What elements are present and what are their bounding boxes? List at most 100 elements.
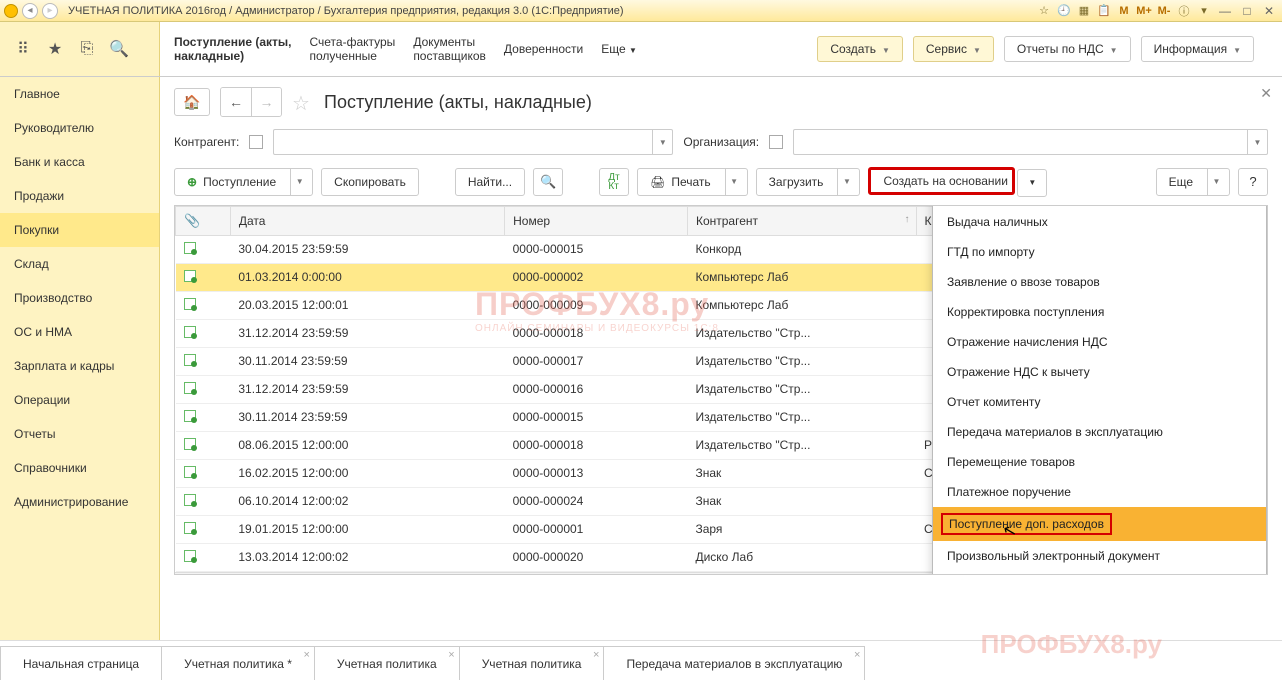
find-button[interactable]: Найти... [455, 168, 525, 196]
clipboard-icon[interactable]: ⎘ [78, 40, 96, 58]
memory-m[interactable]: M [1116, 3, 1132, 19]
load-button[interactable]: Загрузить▼ [756, 168, 861, 196]
bottom-tab[interactable]: Учетная политика *× [161, 646, 315, 680]
close-button[interactable]: ✕ [1260, 3, 1278, 19]
org-label: Организация: [683, 135, 759, 149]
sidebar: ГлавноеРуководителюБанк и кассаПродажиПо… [0, 77, 160, 640]
title-info-icon[interactable]: ⓘ [1176, 3, 1192, 19]
menu-item[interactable]: ГТД по импорту [933, 237, 1266, 267]
doc-icon [184, 438, 196, 450]
menu-item[interactable]: Корректировка поступления [933, 297, 1266, 327]
more-button[interactable]: Еще▼ [1156, 168, 1230, 196]
tab-close-icon[interactable]: × [303, 649, 309, 661]
menu-item[interactable]: Платежное поручение [933, 477, 1266, 507]
maximize-button[interactable]: □ [1238, 3, 1256, 19]
search-icon[interactable]: 🔍 [110, 40, 128, 58]
tab-close-icon[interactable]: × [593, 649, 599, 661]
minimize-button[interactable]: — [1216, 3, 1234, 19]
counterparty-combo[interactable]: ▼ [273, 129, 673, 155]
menu-item[interactable]: Заявление о ввозе товаров [933, 267, 1266, 297]
apps-icon[interactable]: ⠿ [14, 40, 32, 58]
bottom-tab[interactable]: Учетная политика× [459, 646, 605, 680]
info-button[interactable]: Информация [1141, 36, 1254, 62]
title-calc-icon[interactable]: ▦ [1076, 3, 1092, 19]
back-button[interactable]: ← [221, 88, 251, 116]
create-based-dropdown[interactable]: ▼ [1017, 169, 1047, 197]
bottom-tab[interactable]: Начальная страница [0, 646, 162, 680]
title-fav-icon[interactable]: ☆ [1036, 3, 1052, 19]
col-counterparty[interactable]: Контрагент↑ [687, 206, 916, 235]
section-invoices[interactable]: Счета-фактуры полученные [309, 35, 395, 63]
create-based-button[interactable]: Создать на основании [868, 167, 1015, 195]
col-number[interactable]: Номер [505, 206, 688, 235]
tab-close-icon[interactable]: × [854, 649, 860, 661]
sidebar-item-4[interactable]: Покупки [0, 213, 159, 247]
window-title: УЧЕТНАЯ ПОЛИТИКА 2016год / Администратор… [68, 5, 624, 17]
titlebar: ◂ ▸ УЧЕТНАЯ ПОЛИТИКА 2016год / Администр… [0, 0, 1282, 22]
menu-item[interactable]: Произвольный электронный документ [933, 541, 1266, 571]
bottom-tab[interactable]: Передача материалов в эксплуатацию× [603, 646, 865, 680]
sidebar-item-1[interactable]: Руководителю [0, 111, 159, 145]
nav-fwd-orb[interactable]: ▸ [42, 3, 58, 19]
vat-reports-button[interactable]: Отчеты по НДС [1004, 36, 1131, 62]
sidebar-item-6[interactable]: Производство [0, 281, 159, 315]
close-icon[interactable]: ✕ [1260, 85, 1272, 102]
sidebar-item-9[interactable]: Операции [0, 383, 159, 417]
top-navigation: ⠿ ★ ⎘ 🔍 Поступление (акты, накладные) Сч… [0, 22, 1282, 77]
menu-item[interactable]: Поступление доп. расходов↖ [933, 507, 1266, 541]
sidebar-item-10[interactable]: Отчеты [0, 417, 159, 451]
forward-button[interactable]: → [251, 88, 281, 116]
receipt-button[interactable]: ⊕Поступление▼ [174, 168, 313, 196]
doc-icon [184, 382, 196, 394]
doc-icon [184, 550, 196, 562]
doc-icon [184, 326, 196, 338]
menu-item[interactable]: Передача материалов в эксплуатацию [933, 417, 1266, 447]
help-button[interactable]: ? [1238, 168, 1268, 196]
section-poa[interactable]: Доверенности [504, 42, 583, 56]
clear-find-button[interactable]: 🔍 [533, 168, 563, 196]
sidebar-item-11[interactable]: Справочники [0, 451, 159, 485]
counterparty-checkbox[interactable] [249, 135, 263, 149]
title-history-icon[interactable]: 🕘 [1056, 3, 1072, 19]
section-more[interactable]: Еще ▼ [601, 42, 637, 56]
print-button[interactable]: 🖨Печать▼ [637, 168, 748, 196]
sidebar-item-8[interactable]: Зарплата и кадры [0, 349, 159, 383]
doc-icon [184, 466, 196, 478]
menu-item[interactable]: Отчет комитенту [933, 387, 1266, 417]
menu-item[interactable]: Перемещение товаров [933, 447, 1266, 477]
title-dropdown-icon[interactable]: ▾ [1196, 3, 1212, 19]
nav-back-orb[interactable]: ◂ [22, 3, 38, 19]
dtct-button[interactable]: ДтКт [599, 168, 629, 196]
page-title: Поступление (акты, накладные) [324, 92, 592, 113]
bottom-tab[interactable]: Учетная политика× [314, 646, 460, 680]
service-button[interactable]: Сервис [913, 36, 994, 62]
menu-item[interactable]: Отражение НДС к вычету [933, 357, 1266, 387]
title-calendar-icon[interactable]: 📋 [1096, 3, 1112, 19]
menu-item[interactable]: Отражение начисления НДС [933, 327, 1266, 357]
sidebar-item-0[interactable]: Главное [0, 77, 159, 111]
memory-mplus[interactable]: M+ [1136, 3, 1152, 19]
tab-close-icon[interactable]: × [448, 649, 454, 661]
sidebar-item-5[interactable]: Склад [0, 247, 159, 281]
create-based-menu: Возврат товаров поставщикуВыдача наличны… [932, 205, 1267, 575]
home-button[interactable]: 🏠 [174, 88, 210, 116]
favorite-icon[interactable]: ★ [46, 40, 64, 58]
sidebar-item-7[interactable]: ОС и НМА [0, 315, 159, 349]
doc-icon [184, 494, 196, 506]
doc-icon [184, 298, 196, 310]
sidebar-item-3[interactable]: Продажи [0, 179, 159, 213]
menu-item[interactable]: Выдача наличных [933, 207, 1266, 237]
doc-icon [184, 354, 196, 366]
memory-mminus[interactable]: M- [1156, 3, 1172, 19]
sidebar-item-2[interactable]: Банк и касса [0, 145, 159, 179]
section-receipts[interactable]: Поступление (акты, накладные) [174, 35, 291, 63]
org-checkbox[interactable] [769, 135, 783, 149]
doc-icon [184, 410, 196, 422]
section-supplier-docs[interactable]: Документы поставщиков [413, 35, 486, 63]
sidebar-item-12[interactable]: Администрирование [0, 485, 159, 519]
col-date[interactable]: Дата [230, 206, 504, 235]
star-icon[interactable]: ☆ [292, 91, 314, 113]
copy-button[interactable]: Скопировать [321, 168, 419, 196]
create-button[interactable]: Создать [817, 36, 903, 62]
org-combo[interactable]: ▼ [793, 129, 1268, 155]
